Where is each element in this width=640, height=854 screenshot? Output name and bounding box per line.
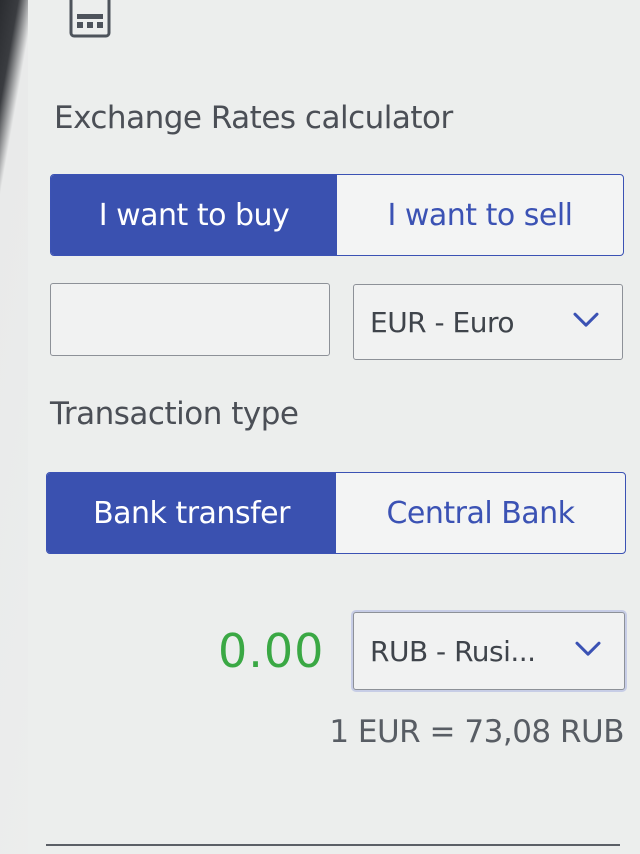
calculator-title: Exchange Rates calculator <box>54 100 453 136</box>
calculator-icon <box>69 0 111 38</box>
tab-central-bank[interactable]: Central Bank <box>336 473 625 553</box>
to-currency-value: RUB - Rusi... <box>370 634 536 668</box>
amount-input[interactable] <box>50 283 330 356</box>
buy-sell-toggle: I want to buy I want to sell <box>50 174 624 256</box>
from-currency-select[interactable]: EUR - Euro <box>353 284 623 360</box>
chevron-down-icon <box>573 312 599 327</box>
from-currency-value: EUR - Euro <box>370 305 515 339</box>
tab-sell[interactable]: I want to sell <box>337 175 623 255</box>
exchange-rate-text: 1 EUR = 73,08 RUB <box>329 714 624 750</box>
tab-bank-transfer[interactable]: Bank transfer <box>47 473 336 553</box>
transaction-type-label: Transaction type <box>50 396 299 432</box>
transaction-type-toggle: Bank transfer Central Bank <box>46 472 626 554</box>
tab-buy[interactable]: I want to buy <box>51 175 337 255</box>
divider <box>46 844 620 846</box>
result-amount: 0.00 <box>218 624 325 678</box>
chevron-down-icon <box>575 641 601 656</box>
to-currency-select[interactable]: RUB - Rusi... <box>353 612 625 690</box>
